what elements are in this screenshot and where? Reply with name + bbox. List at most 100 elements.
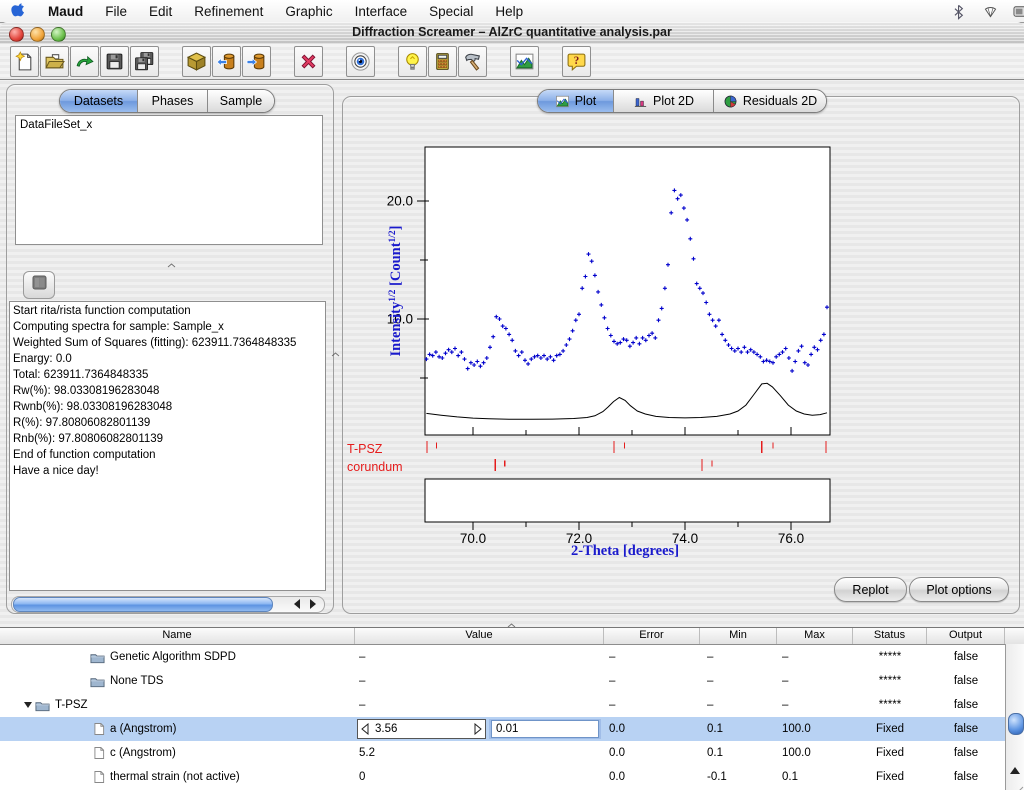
error-cell: 0.0 xyxy=(604,747,700,759)
battery-icon[interactable] xyxy=(1013,3,1024,20)
new-file-icon xyxy=(14,51,35,72)
toolbar-light-bulb-button[interactable] xyxy=(398,46,427,77)
toolbar-hammer-tools-button[interactable] xyxy=(458,46,487,77)
list-item[interactable]: DataFileSet_x xyxy=(16,118,322,132)
log-horizontal-scrollbar[interactable] xyxy=(11,596,325,613)
error-cell: 0.0 xyxy=(604,771,700,783)
value-cell[interactable]: 5.2 xyxy=(355,747,604,759)
column-header-name[interactable]: Name xyxy=(0,628,355,644)
plot-options-button[interactable]: Plot options xyxy=(909,577,1009,602)
open-file-icon xyxy=(44,51,65,72)
column-header-min[interactable]: Min xyxy=(700,628,777,644)
disclosure-triangle-icon[interactable] xyxy=(24,702,32,708)
bar-chart-icon xyxy=(633,94,648,109)
value-cell[interactable]: – xyxy=(355,699,604,711)
tab-phases[interactable]: Phases xyxy=(138,90,208,112)
table-row[interactable]: T-PSZ––––*****false xyxy=(0,693,1024,717)
menu-refinement[interactable]: Refinement xyxy=(183,0,274,22)
log-line: Computing spectra for sample: Sample_x xyxy=(13,319,322,335)
toolbar-redo-arrow-button[interactable] xyxy=(70,46,99,77)
stepper-down-button[interactable] xyxy=(358,720,372,738)
tab-datasets[interactable]: Datasets xyxy=(60,90,138,112)
tree-item-label: T-PSZ xyxy=(55,699,88,711)
value-cell[interactable]: 0 xyxy=(355,771,604,783)
dataset-list[interactable]: DataFileSet_x xyxy=(15,115,323,245)
scroll-left-arrow[interactable] xyxy=(294,599,300,609)
tab-plot-2d[interactable]: Plot 2D xyxy=(614,90,714,112)
stepper-up-button[interactable] xyxy=(471,720,485,738)
scrollbar-thumb[interactable] xyxy=(13,597,273,612)
table-row[interactable]: thermal strain (not active)00.0-0.10.1Fi… xyxy=(0,765,1024,789)
splitter-caret-icon[interactable] xyxy=(167,255,176,273)
toolbar-db-import-button[interactable] xyxy=(212,46,241,77)
value-cell[interactable]: – xyxy=(355,675,604,687)
table-row[interactable]: None TDS––––*****false xyxy=(0,669,1024,693)
table-row[interactable]: Genetic Algorithm SDPD––––*****false xyxy=(0,645,1024,669)
menu-maud[interactable]: Maud xyxy=(37,0,94,22)
value-cell[interactable]: – xyxy=(355,651,604,663)
toolbar-eye-view-button[interactable] xyxy=(346,46,375,77)
status-cell: ***** xyxy=(853,651,927,663)
toolbar-help-button[interactable]: ? xyxy=(562,46,591,77)
tab-residuals-2d[interactable]: Residuals 2D xyxy=(714,90,826,112)
column-header-max[interactable]: Max xyxy=(777,628,853,644)
parameter-error-input[interactable]: 0.01 xyxy=(491,720,599,738)
table-row[interactable]: a (Angstrom)3.560.010.00.1100.0Fixedfals… xyxy=(0,717,1024,741)
tree-view-icon xyxy=(31,274,48,296)
box-3d-icon xyxy=(186,51,207,72)
main-plot-box xyxy=(425,147,830,435)
toolbar-new-file-button[interactable] xyxy=(10,46,39,77)
scroll-up-arrow[interactable] xyxy=(1010,767,1020,774)
menu-file[interactable]: File xyxy=(94,0,138,22)
menu-help[interactable]: Help xyxy=(484,0,534,22)
output-log[interactable]: Start rita/rista function computationCom… xyxy=(9,301,326,591)
tab-plot[interactable]: Plot xyxy=(538,90,614,112)
toolbar-save-button[interactable] xyxy=(100,46,129,77)
eye-view-icon xyxy=(350,51,371,72)
phase-marker-row-t-psz: T-PSZ xyxy=(347,441,826,456)
scrollbar-thumb[interactable] xyxy=(1008,713,1024,735)
bluetooth-icon[interactable] xyxy=(951,3,968,20)
window-title-bar[interactable]: Diffraction Screamer – AlZrC quantitativ… xyxy=(0,22,1024,45)
table-header-row: NameValueErrorMinMaxStatusOutput xyxy=(0,628,1024,645)
tab-sample[interactable]: Sample xyxy=(208,90,274,112)
toolbar-delete-x-button[interactable] xyxy=(294,46,323,77)
toolbar-calculator-button[interactable] xyxy=(428,46,457,77)
column-header-value[interactable]: Value xyxy=(355,628,604,644)
toolbar-box-3d-button[interactable] xyxy=(182,46,211,77)
column-header-error[interactable]: Error xyxy=(604,628,700,644)
parameter-value-input[interactable]: 3.56 xyxy=(372,723,471,735)
column-header-output[interactable]: Output xyxy=(927,628,1005,644)
chart-icon xyxy=(514,51,535,72)
toolbar-db-export-button[interactable] xyxy=(242,46,271,77)
window-resize-grip[interactable] xyxy=(1006,782,1024,790)
save-icon xyxy=(104,51,125,72)
toolbar-chart-button[interactable] xyxy=(510,46,539,77)
tree-view-button[interactable] xyxy=(23,271,55,299)
wifi-icon[interactable] xyxy=(982,3,999,20)
output-cell: false xyxy=(927,699,1005,711)
error-cell: 0.0 xyxy=(604,723,700,735)
column-header-status[interactable]: Status xyxy=(853,628,927,644)
toolbar-open-file-button[interactable] xyxy=(40,46,69,77)
table-vertical-scrollbar[interactable] xyxy=(1005,644,1024,790)
menu-special[interactable]: Special xyxy=(418,0,484,22)
toolbar-save-all-button[interactable] xyxy=(130,46,159,77)
menu-interface[interactable]: Interface xyxy=(344,0,419,22)
min-cell: 0.1 xyxy=(700,747,777,759)
menu-edit[interactable]: Edit xyxy=(138,0,183,22)
tab-label: Datasets xyxy=(74,94,123,108)
table-row[interactable]: c (Angstrom)5.20.00.1100.0Fixedfalse xyxy=(0,741,1024,765)
log-line: Start rita/rista function computation xyxy=(13,303,322,319)
system-menu-bar: MaudFileEditRefinementGraphicInterfaceSp… xyxy=(0,0,1024,23)
panel-splitter-caret-icon[interactable] xyxy=(331,344,340,362)
replot-button[interactable]: Replot xyxy=(834,577,907,602)
tree-item-label: Genetic Algorithm SDPD xyxy=(110,651,236,663)
apple-menu[interactable] xyxy=(0,0,37,22)
max-cell: – xyxy=(777,675,853,687)
log-line: R(%): 97.80806082801139 xyxy=(13,415,322,431)
menu-graphic[interactable]: Graphic xyxy=(274,0,343,22)
log-line: Enargy: 0.0 xyxy=(13,351,322,367)
scroll-right-arrow[interactable] xyxy=(310,599,316,609)
status-cell: Fixed xyxy=(853,771,927,783)
